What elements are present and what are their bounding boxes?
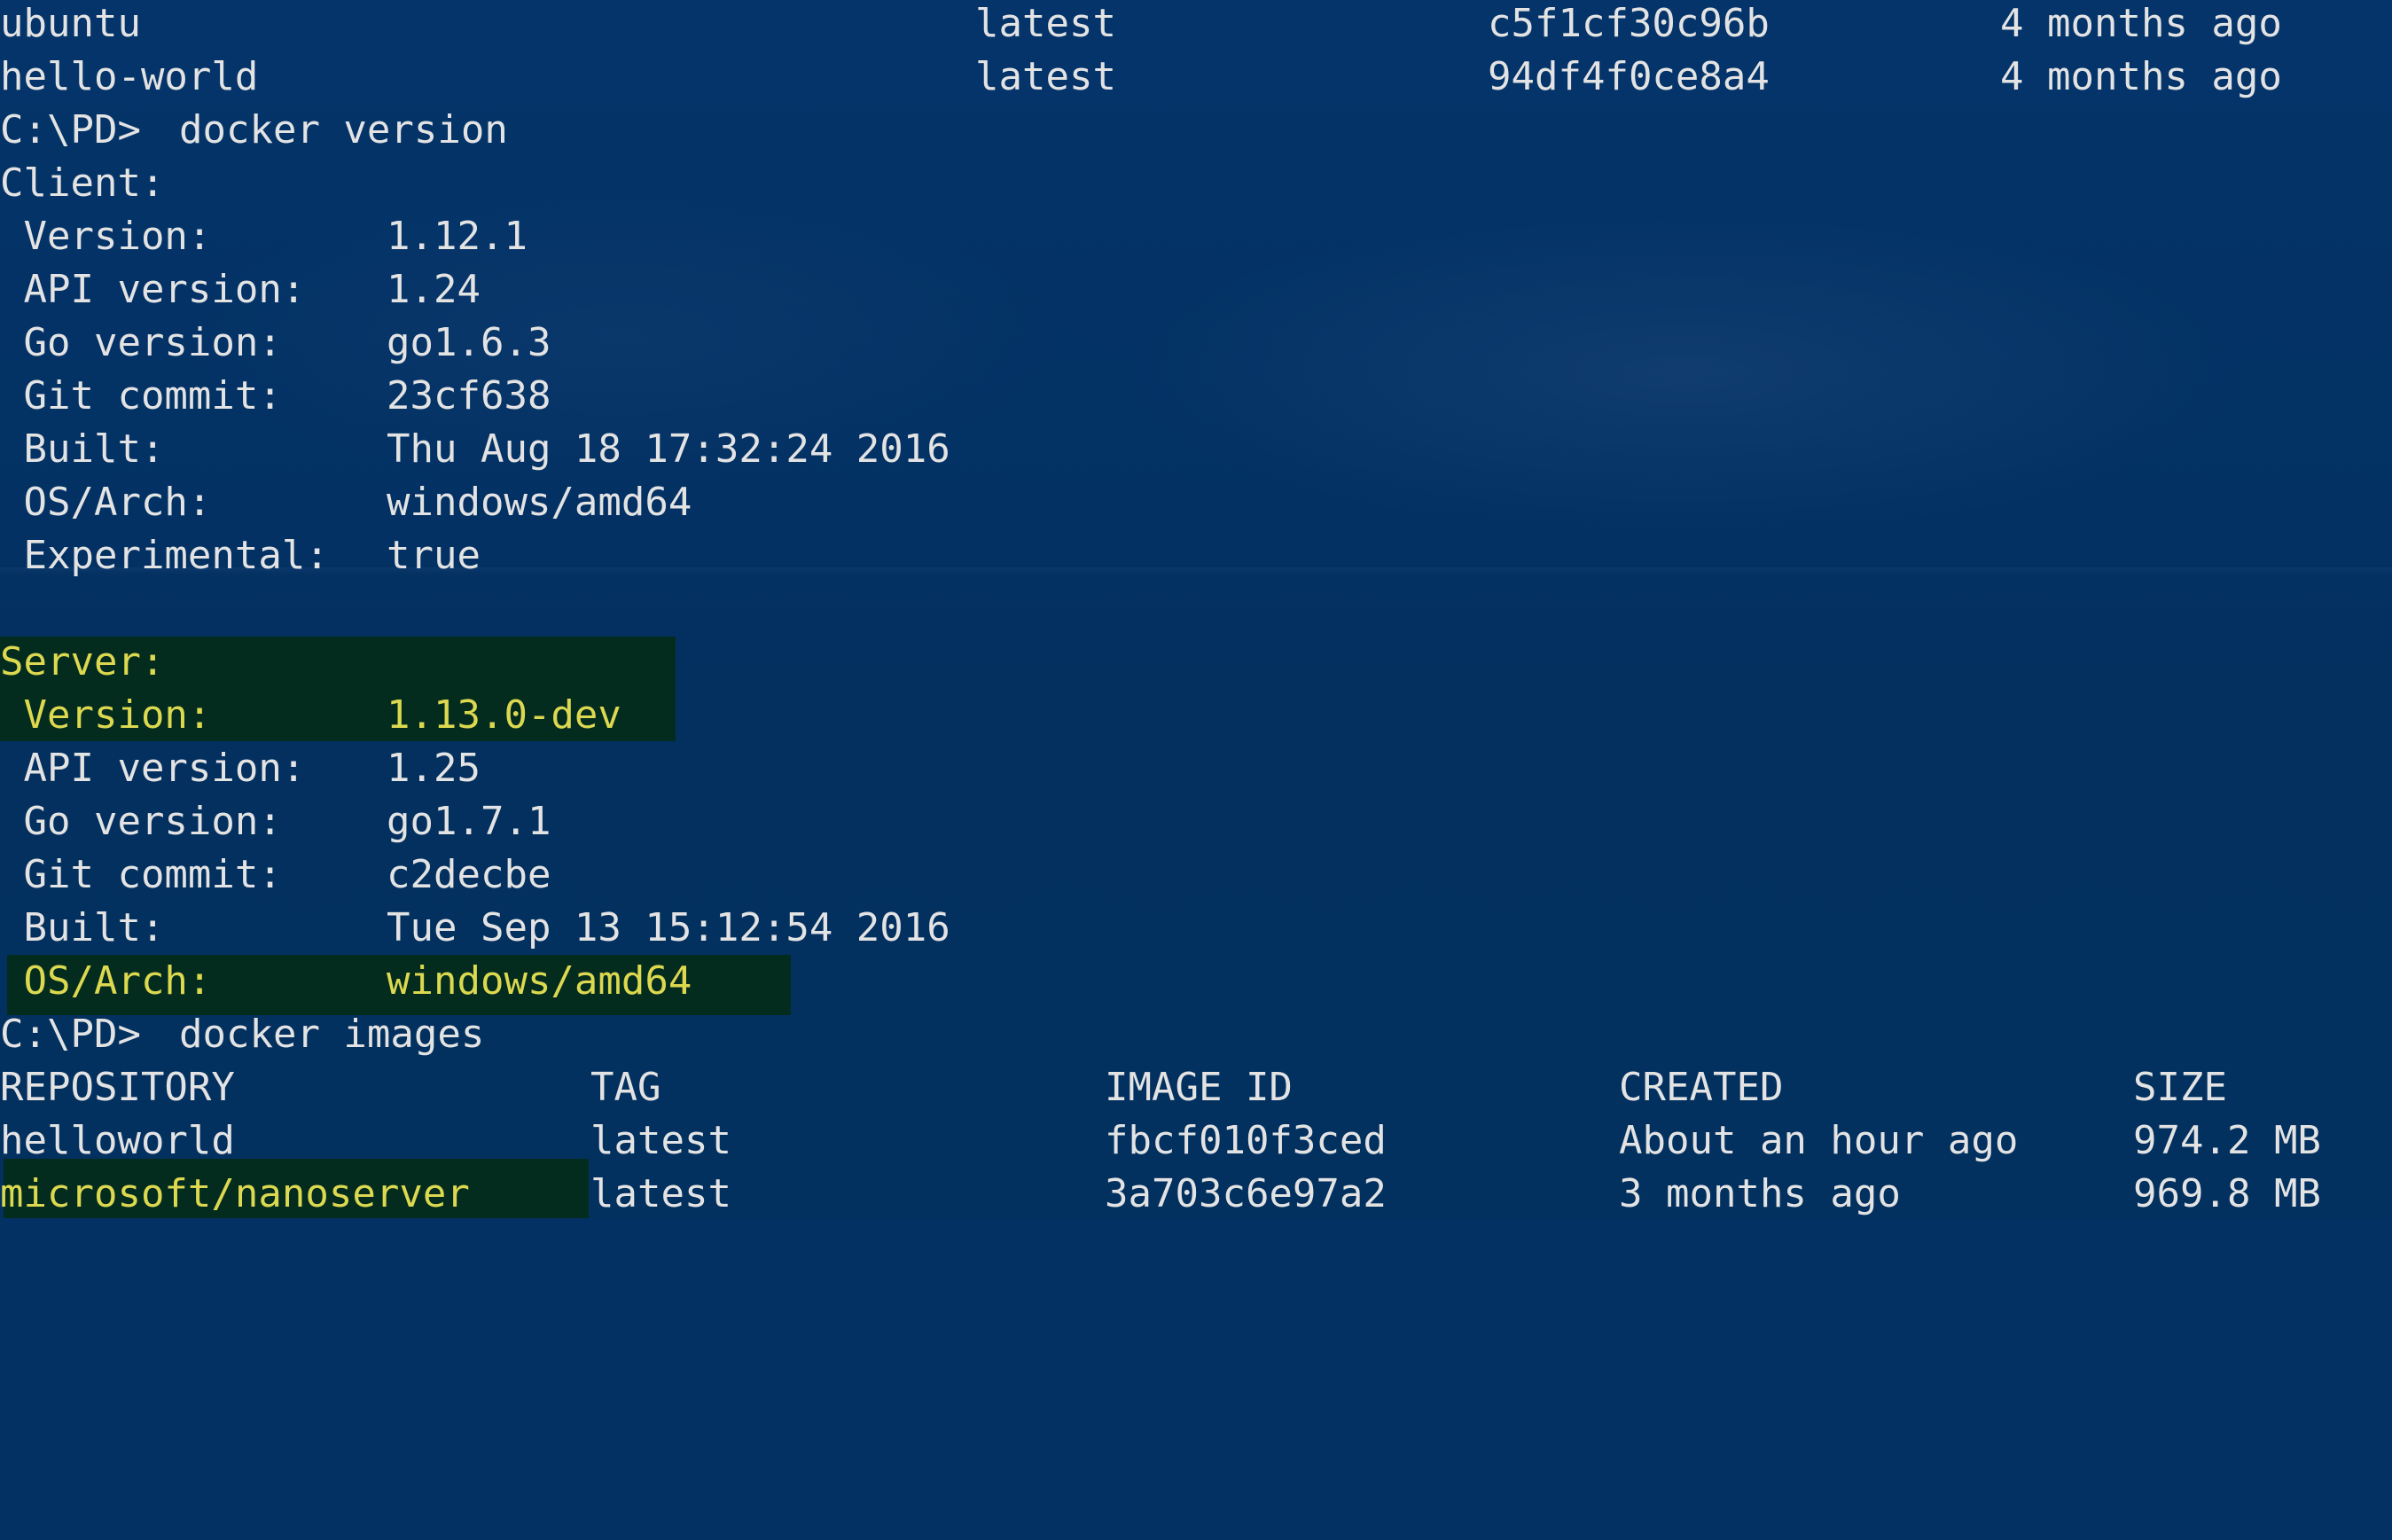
repository-cell: ubuntu — [0, 1, 141, 46]
repository-cell: microsoft/nanoserver — [0, 1171, 470, 1216]
repository-cell: hello-world — [0, 54, 259, 99]
field-value: c2decbe — [387, 852, 551, 897]
repository-cell: helloworld — [0, 1118, 235, 1163]
server-field: Git commit: c2decbe — [0, 848, 551, 902]
field-value: go1.7.1 — [387, 799, 551, 844]
client-field: Go version: go1.6.3 — [0, 317, 551, 370]
client-field: Experimental: true — [0, 529, 480, 582]
image-id-cell: c5f1cf30c96b — [1488, 1, 1770, 46]
client-field: Built: Thu Aug 18 17:32:24 2016 — [0, 423, 950, 476]
command-text: docker version — [179, 107, 508, 152]
field-value: 1.25 — [387, 746, 481, 791]
table-header: REPOSITORY TAG IMAGE ID CREATED SIZE — [0, 1061, 2227, 1114]
created-cell: 4 months ago — [2000, 1, 2282, 46]
image-id-cell: fbcf010f3ced — [1105, 1118, 1387, 1163]
created-cell: 3 months ago — [1619, 1171, 1901, 1216]
field-label: Built: — [0, 905, 165, 950]
server-field: API version: 1.25 — [0, 742, 480, 795]
field-label: Go version: — [0, 799, 282, 844]
field-value: go1.6.3 — [387, 320, 551, 365]
tag-cell: latest — [590, 1171, 731, 1216]
field-value: 1.12.1 — [387, 214, 528, 259]
column-header-image-id: IMAGE ID — [1105, 1065, 1293, 1110]
field-label: Version: — [0, 692, 212, 738]
client-field: API version: 1.24 — [0, 263, 480, 317]
prompt: C:\PD> — [0, 107, 141, 152]
field-value: windows/amd64 — [387, 480, 692, 525]
column-header-created: CREATED — [1619, 1065, 1784, 1110]
server-field: OS/Arch: windows/amd64 — [0, 955, 692, 1008]
size-cell: 974.2 MB — [2133, 1118, 2321, 1163]
field-label: Experimental: — [0, 533, 329, 578]
command-line-docker-images: C:\PD> docker images — [0, 1008, 484, 1061]
prompt: C:\PD> — [0, 1012, 141, 1057]
field-label: API version: — [0, 746, 306, 791]
field-label: OS/Arch: — [0, 480, 212, 525]
size-cell: 969.8 MB — [2133, 1171, 2321, 1216]
column-header-size: SIZE — [2133, 1065, 2227, 1110]
field-label: API version: — [0, 267, 306, 312]
field-value: 1.24 — [387, 267, 481, 312]
client-field: OS/Arch: windows/amd64 — [0, 476, 692, 529]
column-header-tag: TAG — [590, 1065, 661, 1110]
field-label: OS/Arch: — [0, 958, 212, 1004]
table-row: hello-world latest 94df4f0ce8a4 4 months… — [0, 51, 2282, 104]
client-header: Client: — [0, 160, 165, 206]
field-value: Tue Sep 13 15:12:54 2016 — [387, 905, 950, 950]
server-field: Go version: go1.7.1 — [0, 795, 551, 848]
field-label: Git commit: — [0, 373, 282, 418]
field-value: 23cf638 — [387, 373, 551, 418]
field-label: Go version: — [0, 320, 282, 365]
terminal-output[interactable]: ubuntu latest c5f1cf30c96b 4 months ago … — [0, 0, 2392, 1218]
client-field: Git commit: 23cf638 — [0, 370, 551, 423]
created-cell: About an hour ago — [1619, 1118, 2019, 1163]
image-id-cell: 94df4f0ce8a4 — [1488, 54, 1770, 99]
command-text: docker images — [179, 1012, 485, 1057]
image-id-cell: 3a703c6e97a2 — [1105, 1171, 1387, 1216]
tag-cell: latest — [975, 54, 1116, 99]
field-value: 1.13.0-dev — [387, 692, 621, 738]
tag-cell: latest — [975, 1, 1116, 46]
server-header: Server: — [0, 639, 165, 684]
field-label: Git commit: — [0, 852, 282, 897]
table-row: ubuntu latest c5f1cf30c96b 4 months ago — [0, 0, 2282, 51]
field-value: Thu Aug 18 17:32:24 2016 — [387, 426, 950, 472]
field-value: windows/amd64 — [387, 958, 692, 1004]
field-value: true — [387, 533, 481, 578]
table-row: helloworld latest fbcf010f3ced About an … — [0, 1114, 2321, 1168]
server-field: Version: 1.13.0-dev — [0, 689, 621, 742]
column-header-repository: REPOSITORY — [0, 1065, 235, 1110]
created-cell: 4 months ago — [2000, 54, 2282, 99]
field-label: Built: — [0, 426, 165, 472]
table-row: microsoft/nanoserver latest 3a703c6e97a2… — [0, 1168, 2321, 1221]
server-field: Built: Tue Sep 13 15:12:54 2016 — [0, 902, 950, 955]
field-label: Version: — [0, 214, 212, 259]
command-line-docker-version: C:\PD> docker version — [0, 104, 508, 157]
tag-cell: latest — [590, 1118, 731, 1163]
client-field: Version: 1.12.1 — [0, 210, 527, 263]
